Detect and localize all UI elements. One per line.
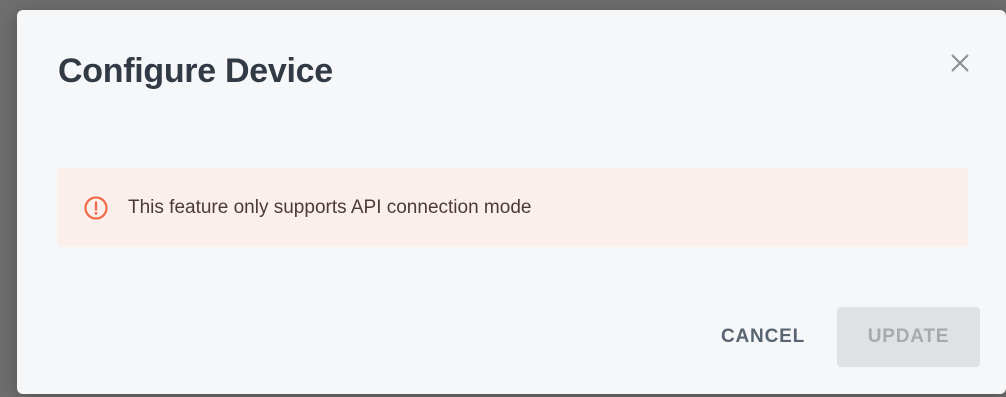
close-icon <box>951 54 969 72</box>
dialog-title: Configure Device <box>58 52 333 90</box>
configure-device-dialog: Configure Device This feature only suppo… <box>17 10 1006 394</box>
close-button[interactable] <box>945 48 975 78</box>
update-button[interactable]: UPDATE <box>837 307 980 367</box>
alert-circle-icon <box>83 195 109 221</box>
alert-message: This feature only supports API connectio… <box>128 196 532 218</box>
cancel-button[interactable]: CANCEL <box>705 307 821 367</box>
alert-banner: This feature only supports API connectio… <box>57 168 968 247</box>
